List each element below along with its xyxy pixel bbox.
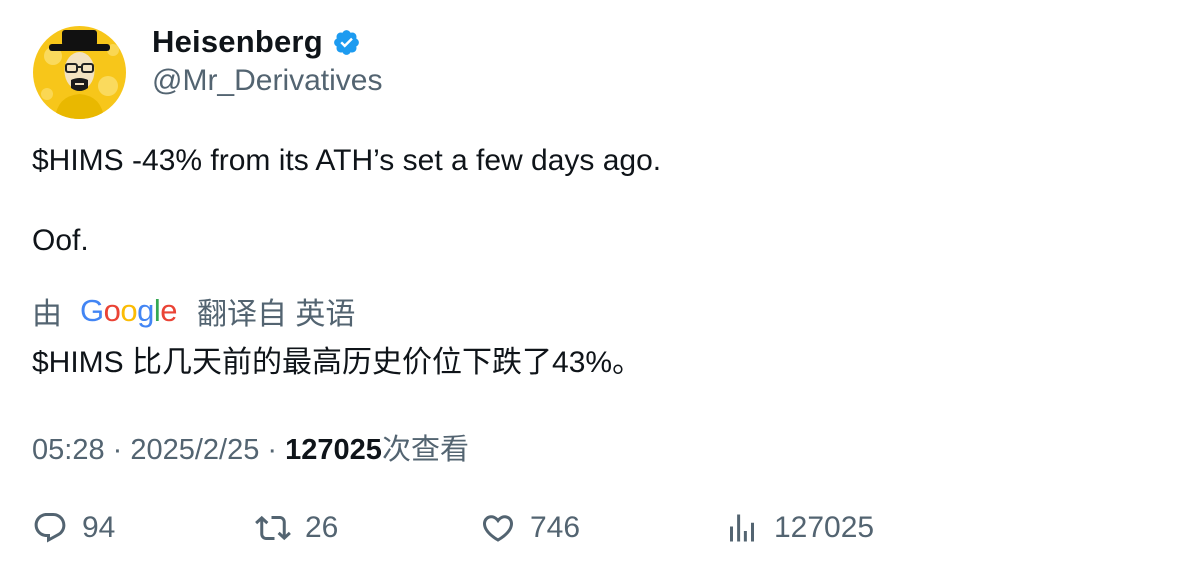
display-name[interactable]: Heisenberg xyxy=(152,24,323,60)
logo-letter: e xyxy=(160,293,178,328)
author-name-row[interactable]: Heisenberg xyxy=(152,24,361,60)
like-button[interactable]: 746 xyxy=(480,510,580,546)
retweet-count: 26 xyxy=(305,511,339,544)
logo-letter: G xyxy=(80,293,104,328)
views-action-count: 127025 xyxy=(774,511,875,544)
tweet-meta: 05:28 · 2025/2/25 · 127025次查看 xyxy=(32,426,469,468)
author-handle[interactable]: @Mr_Derivatives xyxy=(152,64,383,98)
heisenberg-avatar-icon xyxy=(33,26,126,119)
views-count[interactable]: 127025 xyxy=(285,434,382,466)
tweet-time[interactable]: 05:28 xyxy=(32,434,105,466)
translated-text: $HIMS 比几天前的最高历史价位下跌了43%。 xyxy=(32,346,643,379)
translation-attribution: 由 Google 翻译自 英语 xyxy=(32,289,355,333)
heart-icon xyxy=(482,515,514,542)
tweet-text-line-2: Oof. xyxy=(32,224,89,257)
verified-badge-icon[interactable] xyxy=(332,28,361,57)
views-label[interactable]: 次查看 xyxy=(382,434,469,466)
tweet-date[interactable]: 2025/2/25 xyxy=(130,434,259,466)
reply-icon xyxy=(34,513,66,543)
reply-count: 94 xyxy=(82,511,116,544)
retweet-icon xyxy=(255,515,291,541)
avatar[interactable] xyxy=(33,26,126,119)
translation-prefix: 由 xyxy=(32,298,62,331)
tweet-text-line-1: $HIMS -43% from its ATH’s set a few days… xyxy=(32,144,662,177)
reply-button[interactable]: 94 xyxy=(32,510,115,546)
like-count: 746 xyxy=(530,511,581,544)
logo-letter: o xyxy=(120,293,138,328)
views-button[interactable]: 127025 xyxy=(724,510,874,546)
google-logo[interactable]: Google xyxy=(80,293,178,329)
translation-suffix[interactable]: 翻译自 英语 xyxy=(197,289,355,333)
logo-letter: o xyxy=(103,293,121,328)
meta-separator: · xyxy=(104,434,131,466)
retweet-button[interactable]: 26 xyxy=(255,510,338,546)
meta-separator: · xyxy=(259,434,286,466)
analytics-icon xyxy=(730,514,754,542)
logo-letter: g xyxy=(137,293,154,328)
